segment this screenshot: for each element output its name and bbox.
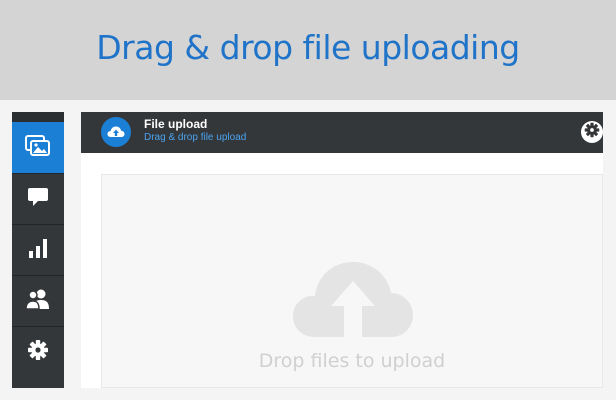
cloud-upload-icon — [101, 117, 131, 147]
users-icon — [25, 288, 51, 315]
gear-icon — [584, 122, 600, 143]
banner: Drag & drop file uploading — [0, 0, 616, 100]
panel-settings-button[interactable] — [581, 121, 603, 143]
file-dropzone[interactable]: Drop files to upload — [101, 174, 603, 388]
panel-subtitle: Drag & drop file upload — [144, 132, 247, 143]
gear-icon — [27, 339, 49, 366]
sidebar — [12, 112, 64, 388]
cloud-upload-icon — [291, 259, 415, 344]
sidebar-item-users[interactable] — [12, 275, 64, 326]
sidebar-item-gallery[interactable] — [12, 122, 64, 173]
sidebar-item-messages[interactable] — [12, 173, 64, 224]
panel-header: File upload Drag & drop file upload — [81, 112, 603, 153]
banner-title: Drag & drop file uploading — [96, 27, 520, 67]
dropzone-label: Drop files to upload — [258, 350, 446, 372]
chat-bubble-icon — [27, 187, 49, 212]
image-gallery-icon — [25, 134, 51, 162]
sidebar-item-stats[interactable] — [12, 224, 64, 275]
sidebar-item-settings[interactable] — [12, 326, 64, 377]
panel-title: File upload — [144, 117, 208, 131]
sidebar-top — [12, 112, 64, 122]
bar-chart-icon — [27, 237, 49, 264]
file-upload-panel: File upload Drag & drop file upload Drop… — [81, 112, 603, 388]
